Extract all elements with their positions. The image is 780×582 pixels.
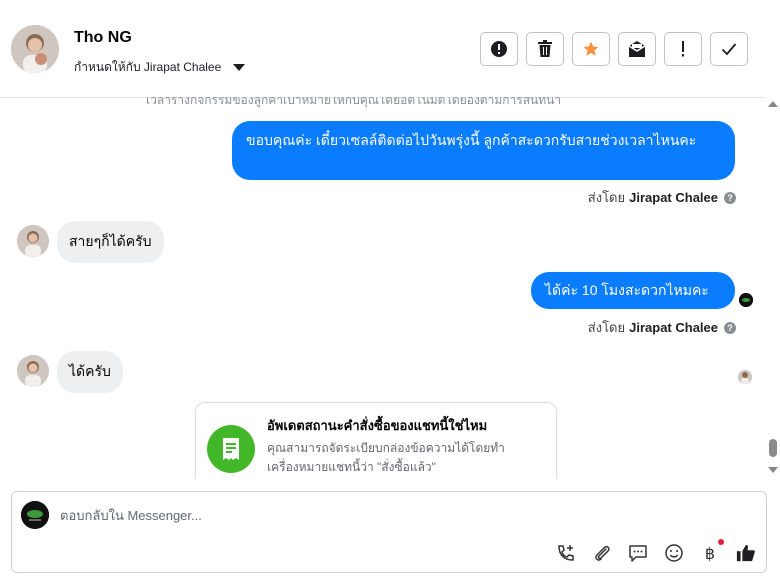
reply-input[interactable] [60,506,560,525]
order-status-card[interactable]: อัพเดตสถานะคำสั่งซื้อของแชทนี้ใช่ไหม คุณ… [195,402,557,479]
composer-tools: ฿ [556,539,756,563]
scroll-down-icon[interactable] [768,467,778,473]
message-outgoing[interactable]: ขอบคุณค่ะ เดี๋ยวเซลล์ติดต่อไปวันพรุ่งนี้… [232,121,735,180]
header-actions [480,32,748,66]
card-title: อัพเดตสถานะคำสั่งซื้อของแชทนี้ใช่ไหม [267,418,488,433]
star-icon [583,41,599,56]
saved-reply-icon[interactable] [628,543,648,563]
receipt-icon [207,425,255,473]
conversation-header: Tho NG กำหนดให้กับ Jirapat Chalee [0,0,780,98]
scrollbar[interactable] [766,97,780,479]
spam-icon [491,41,507,57]
mark-unread-button[interactable] [618,32,656,66]
delete-button[interactable] [526,32,564,66]
assign-label: กำหนดให้กับ Jirapat Chalee [74,60,222,74]
sent-by-name: Jirapat Chalee [629,320,718,335]
important-button[interactable] [664,32,702,66]
chevron-down-icon [233,64,246,71]
mark-done-button[interactable] [710,32,748,66]
contact-avatar[interactable] [11,25,59,73]
system-note: เวลาร่างกิจกรรมของลูกค้าเป้าหมายให้กับคุ… [146,97,562,107]
mark-unread-icon [628,41,646,57]
payment-icon[interactable]: ฿ [700,539,724,563]
help-icon[interactable]: ? [724,191,736,204]
scroll-up-icon[interactable] [768,101,778,107]
sent-by-label: ส่งโดย Jirapat Chalee ? [588,187,736,208]
scroll-thumb[interactable] [769,439,777,457]
message-incoming[interactable]: ได้ครับ [57,351,123,393]
sent-by-prefix: ส่งโดย [587,320,626,335]
page-avatar [739,293,753,307]
emoji-icon[interactable] [664,543,684,563]
star-button[interactable] [572,32,610,66]
sent-by-label: ส่งโดย Jirapat Chalee ? [588,317,736,338]
spam-button[interactable] [480,32,518,66]
reply-composer: ฿ [11,491,767,573]
call-add-icon[interactable] [556,543,576,563]
notification-dot [718,539,724,545]
exclamation-icon [682,41,684,57]
customer-avatar [17,355,49,387]
card-body: คุณสามารถจัดระเบียบกล่องข้อความได้โดยทำเ… [267,441,505,474]
check-icon [721,43,737,56]
baht-glyph: ฿ [704,543,716,563]
seen-avatar [738,370,752,384]
message-thread: เวลาร่างกิจกรรมของลูกค้าเป้าหมายให้กับคุ… [0,97,766,479]
attach-icon[interactable] [592,543,612,563]
message-incoming[interactable]: สายๆก็ได้ครับ [57,221,164,263]
trash-icon [538,40,552,57]
contact-name: Tho NG [74,29,132,46]
page-avatar [21,501,49,529]
sent-by-prefix: ส่งโดย [587,190,626,205]
message-outgoing[interactable]: ได้ค่ะ 10 โมงสะดวกไหมคะ [531,272,735,309]
help-icon[interactable]: ? [724,321,736,334]
customer-avatar [17,225,49,257]
assign-dropdown[interactable]: กำหนดให้กับ Jirapat Chalee [74,58,246,77]
like-icon[interactable] [736,543,756,563]
sent-by-name: Jirapat Chalee [629,190,718,205]
